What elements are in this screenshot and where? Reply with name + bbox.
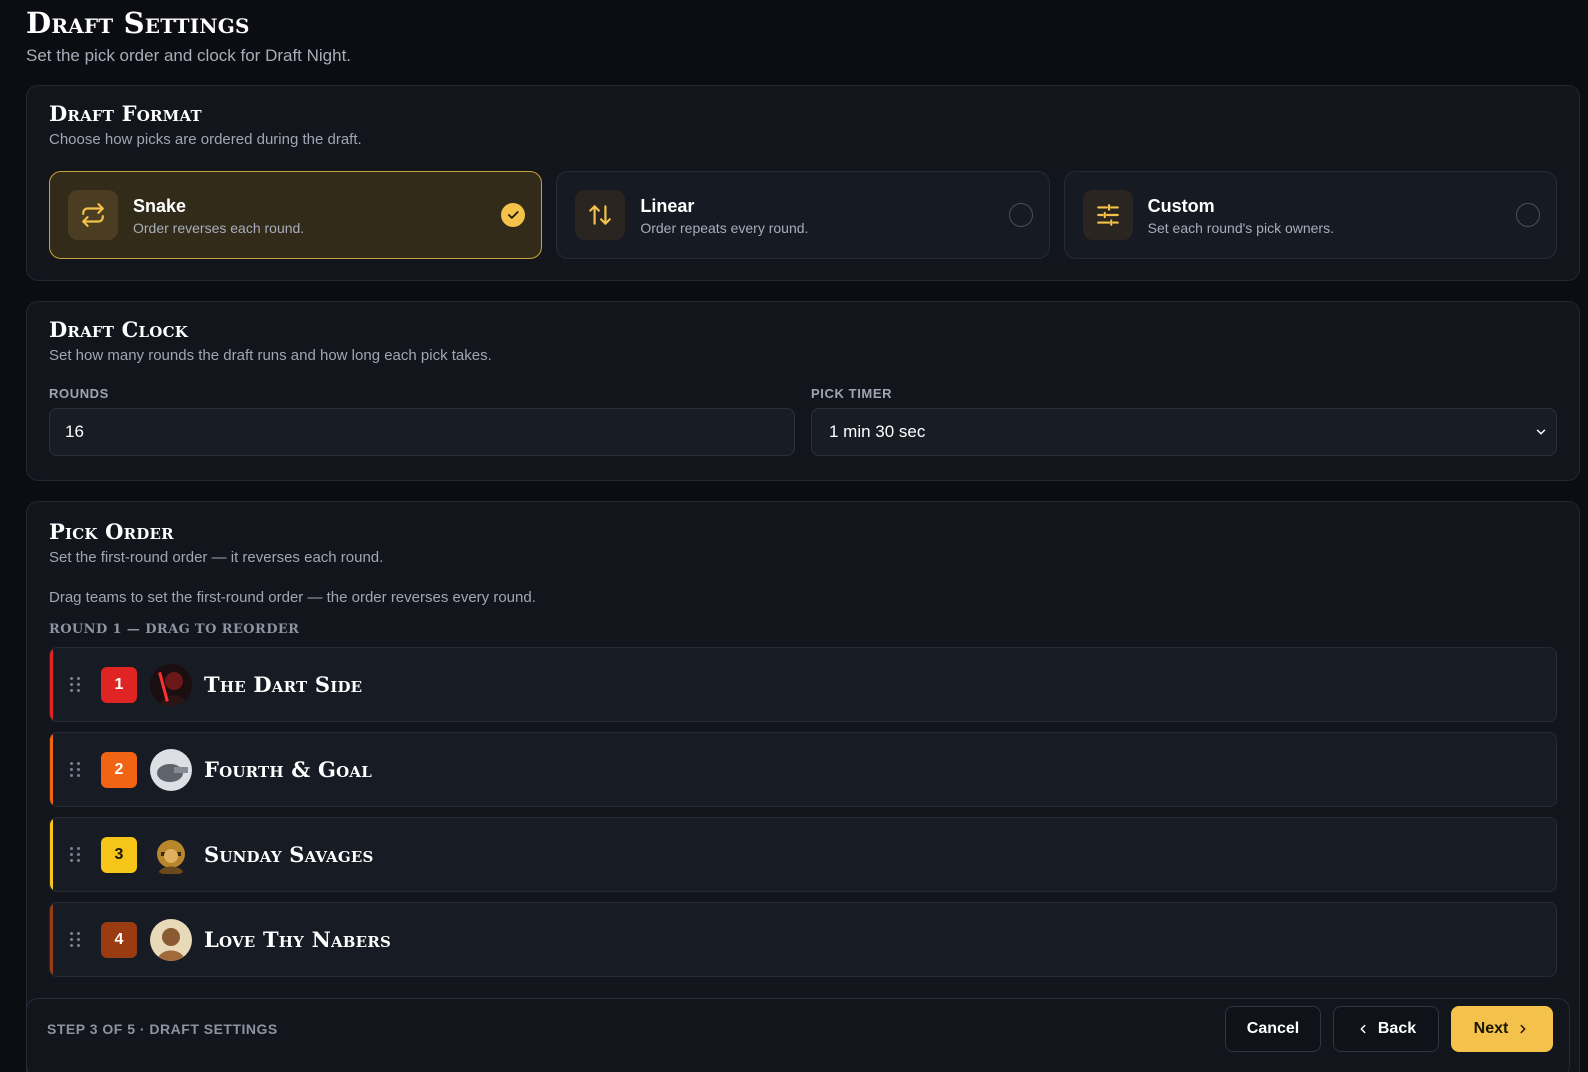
team-row[interactable]: 4 Love Thy Nabers	[49, 902, 1557, 977]
draft-format-description: Choose how picks are ordered during the …	[49, 131, 362, 148]
cancel-button[interactable]: Cancel	[1225, 1006, 1321, 1052]
chevron-down-icon	[1536, 429, 1546, 435]
chevron-right-icon	[1520, 1024, 1526, 1034]
draft-clock-description: Set how many rounds the draft runs and h…	[49, 347, 492, 364]
format-label-custom: Custom	[1147, 195, 1215, 216]
team-row[interactable]: 3 Sunday Savages	[49, 817, 1557, 892]
team-name: Sunday Savages	[204, 842, 374, 867]
format-desc-linear: Order repeats every round.	[640, 219, 809, 236]
pick-order-title: Pick Order	[49, 519, 174, 544]
seed-badge: 2	[101, 751, 137, 788]
radio-icon[interactable]	[1515, 203, 1540, 227]
avatar	[150, 833, 192, 876]
check-circle-icon[interactable]	[501, 203, 526, 227]
repeat-icon	[68, 190, 118, 240]
step-indicator: STEP 3 OF 5 · DRAFT SETTINGS	[47, 1021, 278, 1037]
next-button[interactable]: Next	[1451, 1006, 1553, 1052]
format-label-linear: Linear	[640, 195, 695, 216]
next-label: Next	[1473, 1020, 1509, 1037]
format-option-custom[interactable]: Custom Set each round's pick owners.	[1063, 171, 1557, 259]
round-label: ROUND 1 — DRAG TO REORDER	[49, 622, 300, 637]
draft-settings-page: Draft Settings Set the pick order and cl…	[0, 0, 1588, 1072]
avatar	[150, 663, 192, 706]
seed-badge: 4	[101, 921, 137, 958]
pick-order-description: Set the first-round order — it reverses …	[49, 549, 384, 566]
seed-badge: 1	[101, 666, 137, 703]
format-option-linear[interactable]: Linear Order repeats every round.	[556, 171, 1050, 259]
pick-timer-label: PICK TIMER	[811, 386, 893, 401]
drag-handle-icon[interactable]	[70, 932, 80, 948]
draft-clock-title: Draft Clock	[49, 317, 188, 342]
back-label: Back	[1377, 1020, 1417, 1037]
pick-timer-field: PICK TIMER 1 min 30 sec	[811, 386, 1557, 456]
team-name: Love Thy Nabers	[204, 927, 392, 952]
pick-timer-value: 1 min 30 sec	[829, 422, 926, 441]
team-name: Fourth & Goal	[204, 757, 372, 782]
format-label-snake: Snake	[133, 195, 187, 216]
back-button[interactable]: Back	[1333, 1006, 1439, 1052]
seed-badge: 3	[101, 836, 137, 873]
avatar	[150, 918, 192, 961]
team-row[interactable]: 2 Fourth & Goal	[49, 732, 1557, 807]
rounds-value: 16	[65, 422, 84, 441]
cancel-label: Cancel	[1246, 1020, 1300, 1037]
drag-handle-icon[interactable]	[70, 762, 80, 778]
page-subtitle: Set the pick order and clock for Draft N…	[26, 46, 352, 65]
avatar	[150, 748, 192, 791]
page-title: Draft Settings	[26, 6, 250, 40]
pick-order-hint: Drag teams to set the first-round order …	[49, 589, 536, 606]
drag-handle-icon[interactable]	[70, 677, 80, 693]
chevron-left-icon	[1360, 1024, 1366, 1034]
drag-handle-icon[interactable]	[70, 847, 80, 863]
draft-format-title: Draft Format	[49, 101, 202, 126]
arrows-up-down-icon	[575, 190, 626, 240]
sliders-icon	[1082, 190, 1133, 240]
radio-icon[interactable]	[1008, 203, 1033, 227]
format-option-snake[interactable]: Snake Order reverses each round.	[49, 171, 543, 259]
format-desc-snake: Order reverses each round.	[133, 219, 305, 236]
format-options: Snake Order reverses each round. Linear …	[49, 171, 1557, 259]
pick-timer-select[interactable]: 1 min 30 sec	[811, 408, 1557, 456]
pick-order-card: Pick Order Set the first-round order — i…	[26, 501, 1580, 1072]
rounds-input[interactable]: 16	[49, 408, 795, 456]
draft-format-card: Draft Format Choose how picks are ordere…	[26, 85, 1580, 281]
wizard-footer: STEP 3 OF 5 · DRAFT SETTINGS Cancel Back…	[26, 998, 1570, 1072]
draft-clock-card: Draft Clock Set how many rounds the draf…	[26, 301, 1580, 481]
team-name: The Dart Side	[204, 672, 363, 697]
rounds-label: ROUNDS	[49, 386, 109, 401]
team-row[interactable]: 1 The Dart Side	[49, 647, 1557, 722]
rounds-field: ROUNDS 16	[49, 386, 795, 456]
format-desc-custom: Set each round's pick owners.	[1147, 219, 1334, 236]
